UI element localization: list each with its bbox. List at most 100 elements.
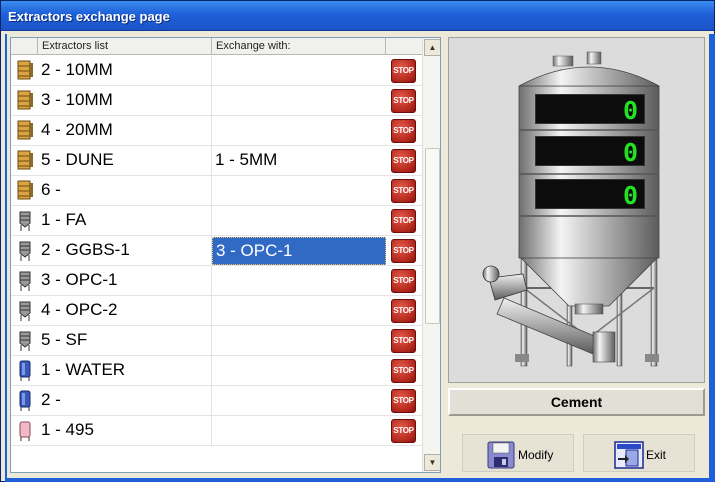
stop-button[interactable]: STOP <box>391 59 416 83</box>
table-row[interactable]: 1 - 495 STOP <box>11 416 422 446</box>
row-icon-cell <box>11 356 38 386</box>
row-icon-cell <box>11 386 38 416</box>
bin-icon <box>17 150 33 170</box>
stop-cell: STOP <box>386 116 422 146</box>
scroll-down-button[interactable]: ▼ <box>424 454 440 471</box>
window-title: Extractors exchange page <box>8 9 170 24</box>
stop-cell: STOP <box>386 176 422 206</box>
silo-icon <box>19 331 31 351</box>
stop-cell: STOP <box>386 146 422 176</box>
table-row[interactable]: 1 - WATER STOP <box>11 356 422 386</box>
stop-button[interactable]: STOP <box>391 269 416 293</box>
table-row[interactable]: 5 - SF STOP <box>11 326 422 356</box>
scroll-up-button[interactable]: ▲ <box>424 39 440 56</box>
extractor-name-cell[interactable]: 2 - 10MM <box>38 56 212 86</box>
bin-icon <box>17 180 33 200</box>
extractor-name-cell[interactable]: 3 - OPC-1 <box>38 266 212 296</box>
table-row[interactable]: 4 - 20MM STOP <box>11 116 422 146</box>
table-row[interactable]: 3 - OPC-1 STOP <box>11 266 422 296</box>
table-row[interactable]: 2 - STOP <box>11 386 422 416</box>
stop-button[interactable]: STOP <box>391 119 416 143</box>
stop-button[interactable]: STOP <box>391 359 416 383</box>
level-display-3-value: 0 <box>622 181 638 210</box>
stop-button[interactable]: STOP <box>391 239 416 263</box>
silo-panel: 0 0 0 <box>448 37 705 383</box>
stop-button[interactable]: STOP <box>391 329 416 353</box>
exchange-with-cell[interactable] <box>212 416 386 446</box>
stop-cell: STOP <box>386 56 422 86</box>
row-icon-cell <box>11 116 38 146</box>
exchange-with-cell[interactable]: 1 - 5MM <box>212 146 386 176</box>
modify-button-label: Modify <box>518 448 554 462</box>
bin-icon <box>17 60 33 80</box>
exchange-with-cell[interactable] <box>212 326 386 356</box>
window-frame-right <box>709 34 715 481</box>
extractor-name-cell[interactable]: 6 - <box>38 176 212 206</box>
stop-button[interactable]: STOP <box>391 299 416 323</box>
stop-button[interactable]: STOP <box>391 179 416 203</box>
exchange-with-cell[interactable] <box>212 206 386 236</box>
row-icon-cell <box>11 296 38 326</box>
header-extractors-list[interactable]: Extractors list <box>38 38 212 55</box>
exchange-with-cell[interactable] <box>212 296 386 326</box>
extractor-name-cell[interactable]: 4 - 20MM <box>38 116 212 146</box>
extractor-name-cell[interactable]: 1 - WATER <box>38 356 212 386</box>
exchange-with-cell[interactable] <box>212 266 386 296</box>
extractors-grid[interactable]: Extractors list Exchange with: 2 - 10MM S… <box>10 37 441 473</box>
row-icon-cell <box>11 326 38 356</box>
extractor-name-cell[interactable]: 1 - FA <box>38 206 212 236</box>
stop-button[interactable]: STOP <box>391 209 416 233</box>
stop-button[interactable]: STOP <box>391 149 416 173</box>
extractor-name-cell[interactable]: 5 - SF <box>38 326 212 356</box>
silo-icon <box>19 211 31 231</box>
exchange-with-cell[interactable] <box>212 86 386 116</box>
grid-vertical-scrollbar[interactable]: ▲ ▼ <box>422 38 440 472</box>
row-icon-cell <box>11 206 38 236</box>
extractor-name-cell[interactable]: 3 - 10MM <box>38 86 212 116</box>
row-icon-cell <box>11 176 38 206</box>
table-row[interactable]: 3 - 10MM STOP <box>11 86 422 116</box>
scroll-thumb[interactable] <box>425 148 440 324</box>
exit-button-label: Exit <box>646 448 667 462</box>
extractor-name-cell[interactable]: 5 - DUNE <box>38 146 212 176</box>
stop-cell: STOP <box>386 416 422 446</box>
table-row[interactable]: 5 - DUNE 1 - 5MM STOP <box>11 146 422 176</box>
exchange-with-cell[interactable]: 3 - OPC-1 <box>212 237 386 265</box>
silo-icon <box>19 271 31 291</box>
exchange-with-cell[interactable] <box>212 176 386 206</box>
stop-cell: STOP <box>386 296 422 326</box>
exchange-with-cell[interactable] <box>212 356 386 386</box>
stop-button[interactable]: STOP <box>391 389 416 413</box>
exit-button[interactable]: Exit <box>583 434 695 472</box>
stop-button[interactable]: STOP <box>391 89 416 113</box>
exchange-with-cell[interactable] <box>212 56 386 86</box>
extractor-name-cell[interactable]: 1 - 495 <box>38 416 212 446</box>
floppy-disk-icon <box>487 441 515 469</box>
table-row[interactable]: 1 - FA STOP <box>11 206 422 236</box>
extractors-exchange-window: Extractors exchange page Extractors list… <box>0 0 715 482</box>
row-icon-cell <box>11 56 38 86</box>
window-frame-bottom <box>5 478 715 482</box>
stop-cell: STOP <box>386 206 422 236</box>
extractor-name-cell[interactable]: 4 - OPC-2 <box>38 296 212 326</box>
grid-header: Extractors list Exchange with: <box>11 38 422 55</box>
stop-cell: STOP <box>386 386 422 416</box>
table-row[interactable]: 2 - GGBS-1 3 - OPC-1 STOP <box>11 236 422 266</box>
table-row[interactable]: 2 - 10MM STOP <box>11 56 422 86</box>
exchange-with-cell[interactable] <box>212 386 386 416</box>
modify-button[interactable]: Modify <box>462 434 574 472</box>
bin-icon <box>17 90 33 110</box>
table-row[interactable]: 6 - STOP <box>11 176 422 206</box>
stop-button[interactable]: STOP <box>391 419 416 443</box>
extractor-name-cell[interactable]: 2 - GGBS-1 <box>38 236 212 266</box>
stop-cell: STOP <box>386 326 422 356</box>
additive-tank-icon <box>19 421 31 441</box>
water-tank-icon <box>19 360 31 381</box>
cement-silo-image <box>482 51 660 367</box>
header-stop-column <box>386 38 422 55</box>
extractor-name-cell[interactable]: 2 - <box>38 386 212 416</box>
table-row[interactable]: 4 - OPC-2 STOP <box>11 296 422 326</box>
title-bar: Extractors exchange page <box>1 1 714 31</box>
exchange-with-cell[interactable] <box>212 116 386 146</box>
header-exchange-with[interactable]: Exchange with: <box>212 38 386 55</box>
